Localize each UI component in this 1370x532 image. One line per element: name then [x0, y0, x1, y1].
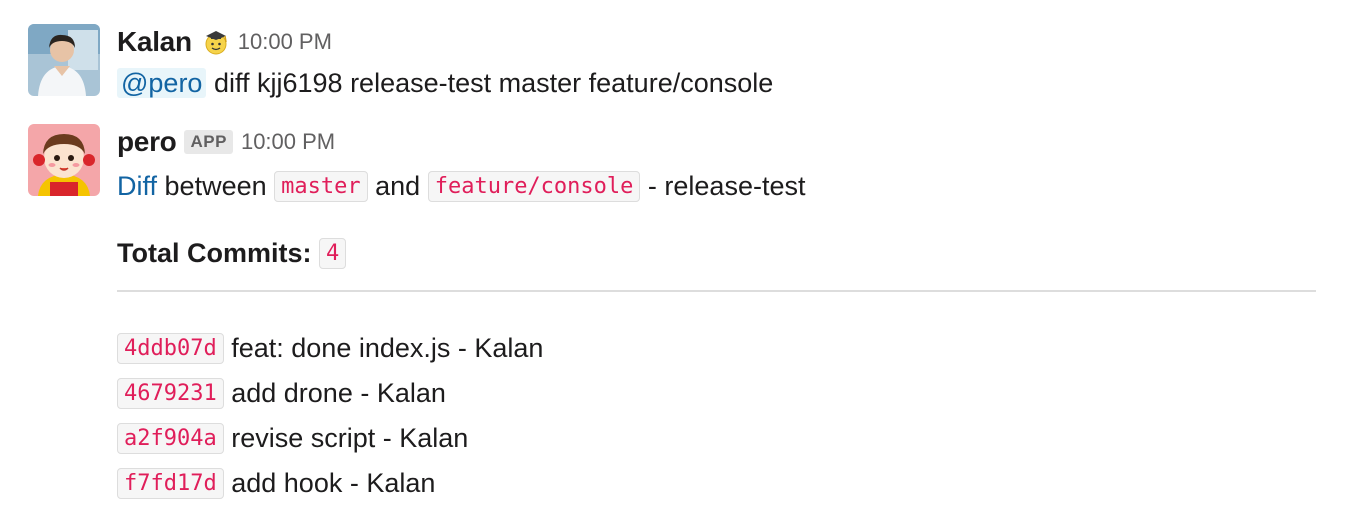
commit-message: add hook - Kalan: [231, 468, 436, 498]
user-mention[interactable]: @pero: [117, 68, 207, 98]
total-commits-label: Total Commits:: [117, 238, 312, 268]
person-photo-icon: [28, 24, 100, 96]
commit-message: add drone - Kalan: [231, 378, 446, 408]
total-commits-count: 4: [319, 238, 347, 269]
commit-row: 4679231 add drone - Kalan: [117, 371, 543, 416]
base-branch-code: master: [274, 171, 368, 202]
between-text: between: [164, 171, 267, 201]
head-branch-code: feature/console: [427, 171, 641, 202]
divider: [117, 290, 1316, 292]
message-text: diff kjj6198 release-test master feature…: [213, 68, 774, 98]
timestamp[interactable]: 10:00 PM: [238, 29, 332, 55]
graduation-cap-face-icon[interactable]: [202, 28, 230, 56]
avatar-pero[interactable]: [28, 124, 100, 196]
avatar-kalan[interactable]: [28, 24, 100, 96]
diff-link[interactable]: Diff: [117, 171, 157, 201]
commit-hash: 4ddb07d: [117, 333, 224, 364]
commit-row: a2f904a revise script - Kalan: [117, 416, 543, 461]
commit-hash: f7fd17d: [117, 468, 224, 499]
repo-suffix-text: - release-test: [647, 171, 806, 201]
sender-name[interactable]: Kalan: [117, 26, 192, 58]
and-text: and: [375, 171, 421, 201]
app-badge: APP: [184, 130, 233, 154]
commit-list: 4ddb07d feat: done index.js - Kalan 4679…: [117, 326, 543, 506]
commit-message: revise script - Kalan: [231, 423, 469, 453]
commit-hash: a2f904a: [117, 423, 224, 454]
commit-row: 4ddb07d feat: done index.js - Kalan: [117, 326, 543, 371]
timestamp[interactable]: 10:00 PM: [241, 129, 335, 155]
commit-hash: 4679231: [117, 378, 224, 409]
commit-row: f7fd17d add hook - Kalan: [117, 461, 543, 506]
commit-message: feat: done index.js - Kalan: [231, 333, 544, 363]
sender-name[interactable]: pero: [117, 126, 177, 158]
cartoon-girl-icon: [28, 124, 100, 196]
